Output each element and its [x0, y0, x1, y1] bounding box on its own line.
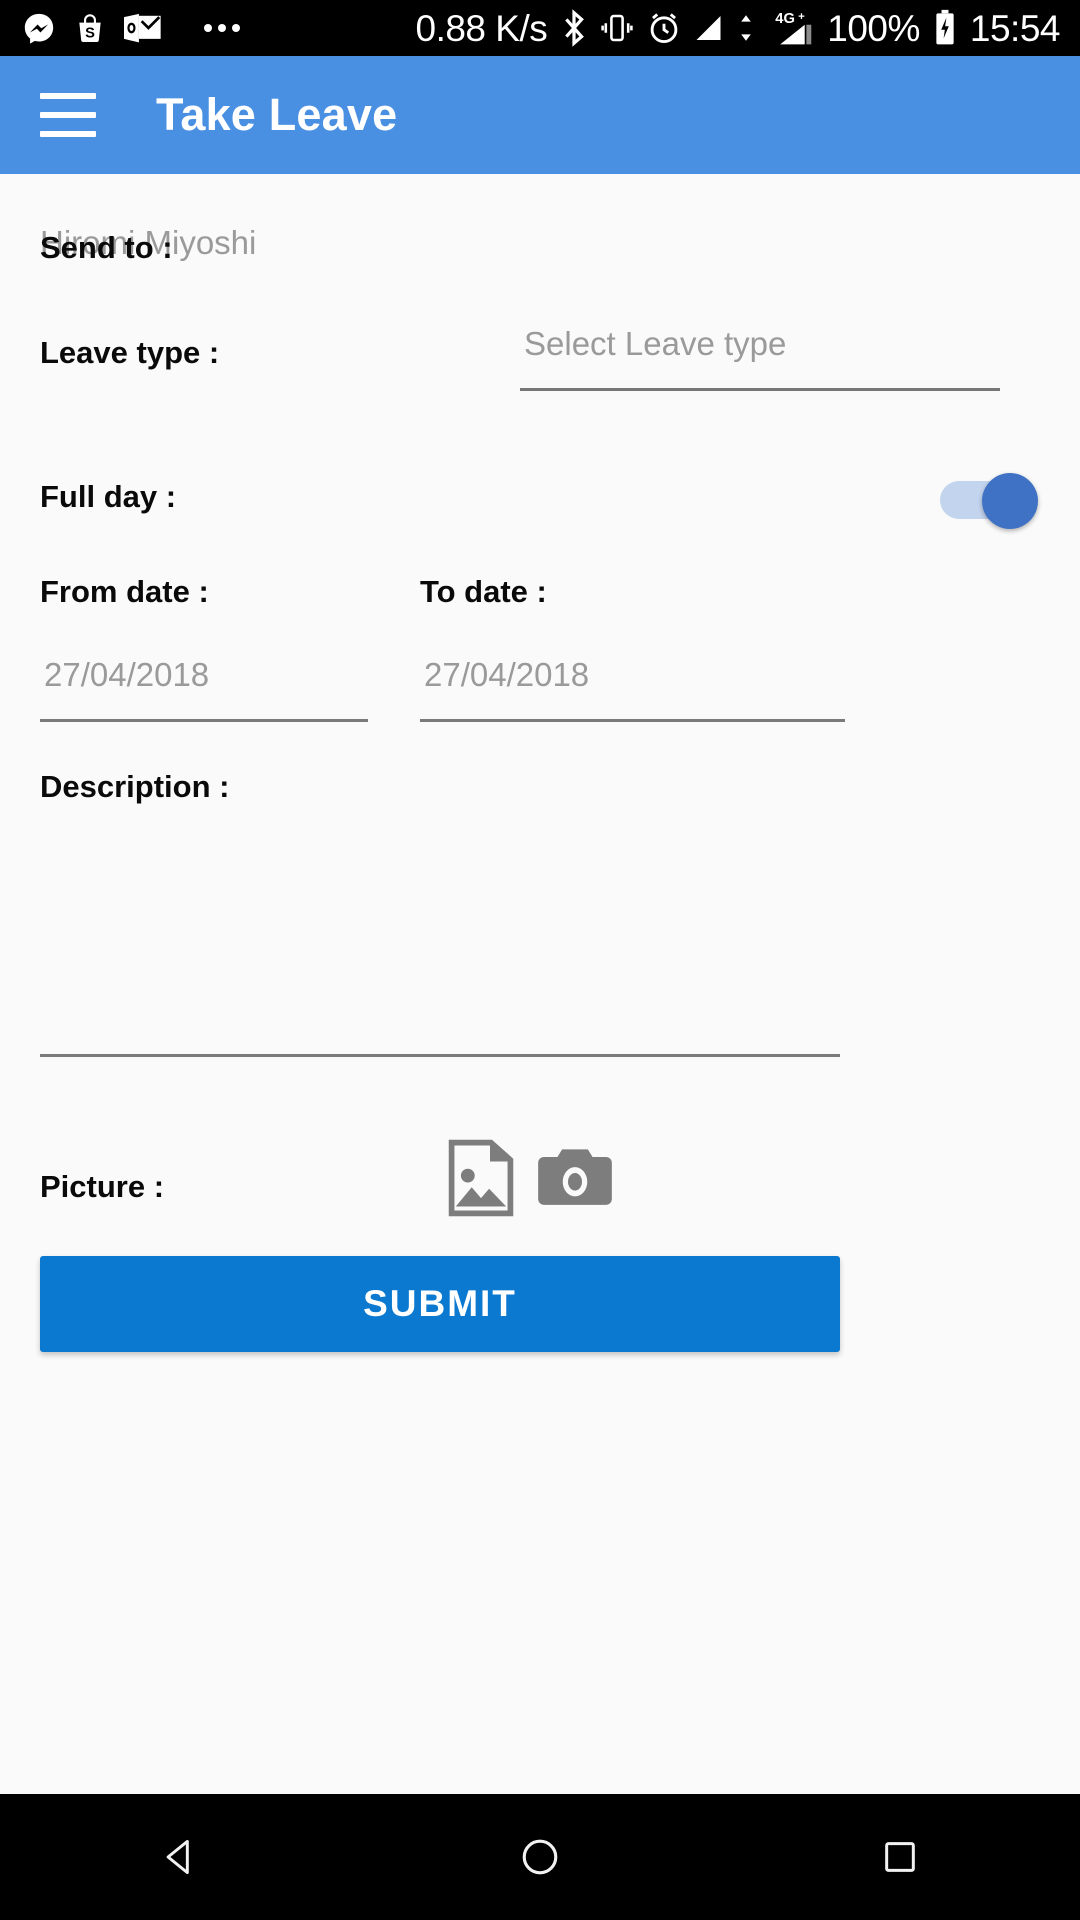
description-input[interactable] [40, 825, 840, 1057]
to-date-label: To date : [420, 574, 547, 609]
status-bar: S 0.88 K/s 4G + 100% 15:54 [0, 0, 1080, 56]
full-day-toggle[interactable] [940, 473, 1040, 529]
alarm-icon [647, 11, 681, 45]
page-title: Take Leave [156, 89, 398, 140]
clock: 15:54 [969, 7, 1061, 49]
status-bar-system: 0.88 K/s 4G + 100% 15:54 [416, 9, 1080, 47]
picture-label: Picture : [40, 1169, 165, 1204]
svg-text:4G: 4G [776, 11, 796, 27]
messenger-icon [22, 11, 56, 45]
vibrate-icon [601, 11, 633, 45]
from-date-placeholder: 27/04/2018 [44, 656, 210, 693]
to-date-input[interactable]: 27/04/2018 [420, 656, 845, 722]
bluetooth-icon [561, 9, 587, 47]
date-range-row: From date : To date : 27/04/2018 27/04/2… [40, 574, 1040, 734]
shopee-icon: S [74, 11, 106, 45]
leave-type-label: Leave type : [40, 335, 220, 370]
from-date-input[interactable]: 27/04/2018 [40, 656, 368, 722]
toggle-thumb [982, 473, 1038, 529]
full-day-label: Full day : [40, 479, 177, 514]
leave-type-placeholder: Select Leave type [524, 325, 787, 362]
battery-percentage: 100% [827, 7, 920, 49]
to-date-placeholder: 27/04/2018 [424, 656, 590, 693]
leave-type-select[interactable]: Select Leave type [520, 325, 1000, 391]
picture-row: Picture : [40, 1139, 1040, 1229]
svg-text:+: + [798, 11, 805, 23]
signal-bars-2-icon: 4G + [767, 10, 813, 46]
battery-charging-icon [934, 9, 956, 47]
leave-type-row: Leave type : Select Leave type [40, 325, 1040, 409]
send-to-row: Send to : Hiromi Miyoshi [40, 224, 1040, 284]
outlook-icon [124, 12, 162, 44]
android-nav-bar [0, 1794, 1080, 1920]
app-bar: Take Leave [0, 56, 1080, 174]
submit-button[interactable]: SUBMIT [40, 1256, 840, 1352]
status-bar-notifications: S [0, 11, 240, 45]
image-file-icon[interactable] [445, 1139, 517, 1217]
from-date-label: From date : [40, 574, 209, 609]
picture-actions [445, 1139, 613, 1217]
more-notifications-icon [204, 24, 240, 32]
network-speed: 0.88 K/s [415, 7, 548, 49]
phone-screen: S 0.88 K/s 4G + 100% 15:54 Take Leave Se… [0, 0, 1080, 1920]
data-arrows-icon [739, 12, 753, 44]
form-content: Send to : Hiromi Miyoshi Leave type : Se… [0, 174, 1080, 1794]
svg-text:S: S [85, 25, 95, 41]
camera-icon[interactable] [537, 1145, 613, 1211]
full-day-row: Full day : [40, 459, 1040, 539]
signal-bars-icon [695, 13, 725, 43]
send-to-label: Send to : [40, 230, 173, 265]
home-circle-icon[interactable] [480, 1794, 600, 1920]
back-triangle-icon[interactable] [120, 1794, 240, 1920]
recents-square-icon[interactable] [840, 1794, 960, 1920]
description-label: Description : [40, 769, 230, 804]
hamburger-menu-icon[interactable] [40, 93, 96, 137]
